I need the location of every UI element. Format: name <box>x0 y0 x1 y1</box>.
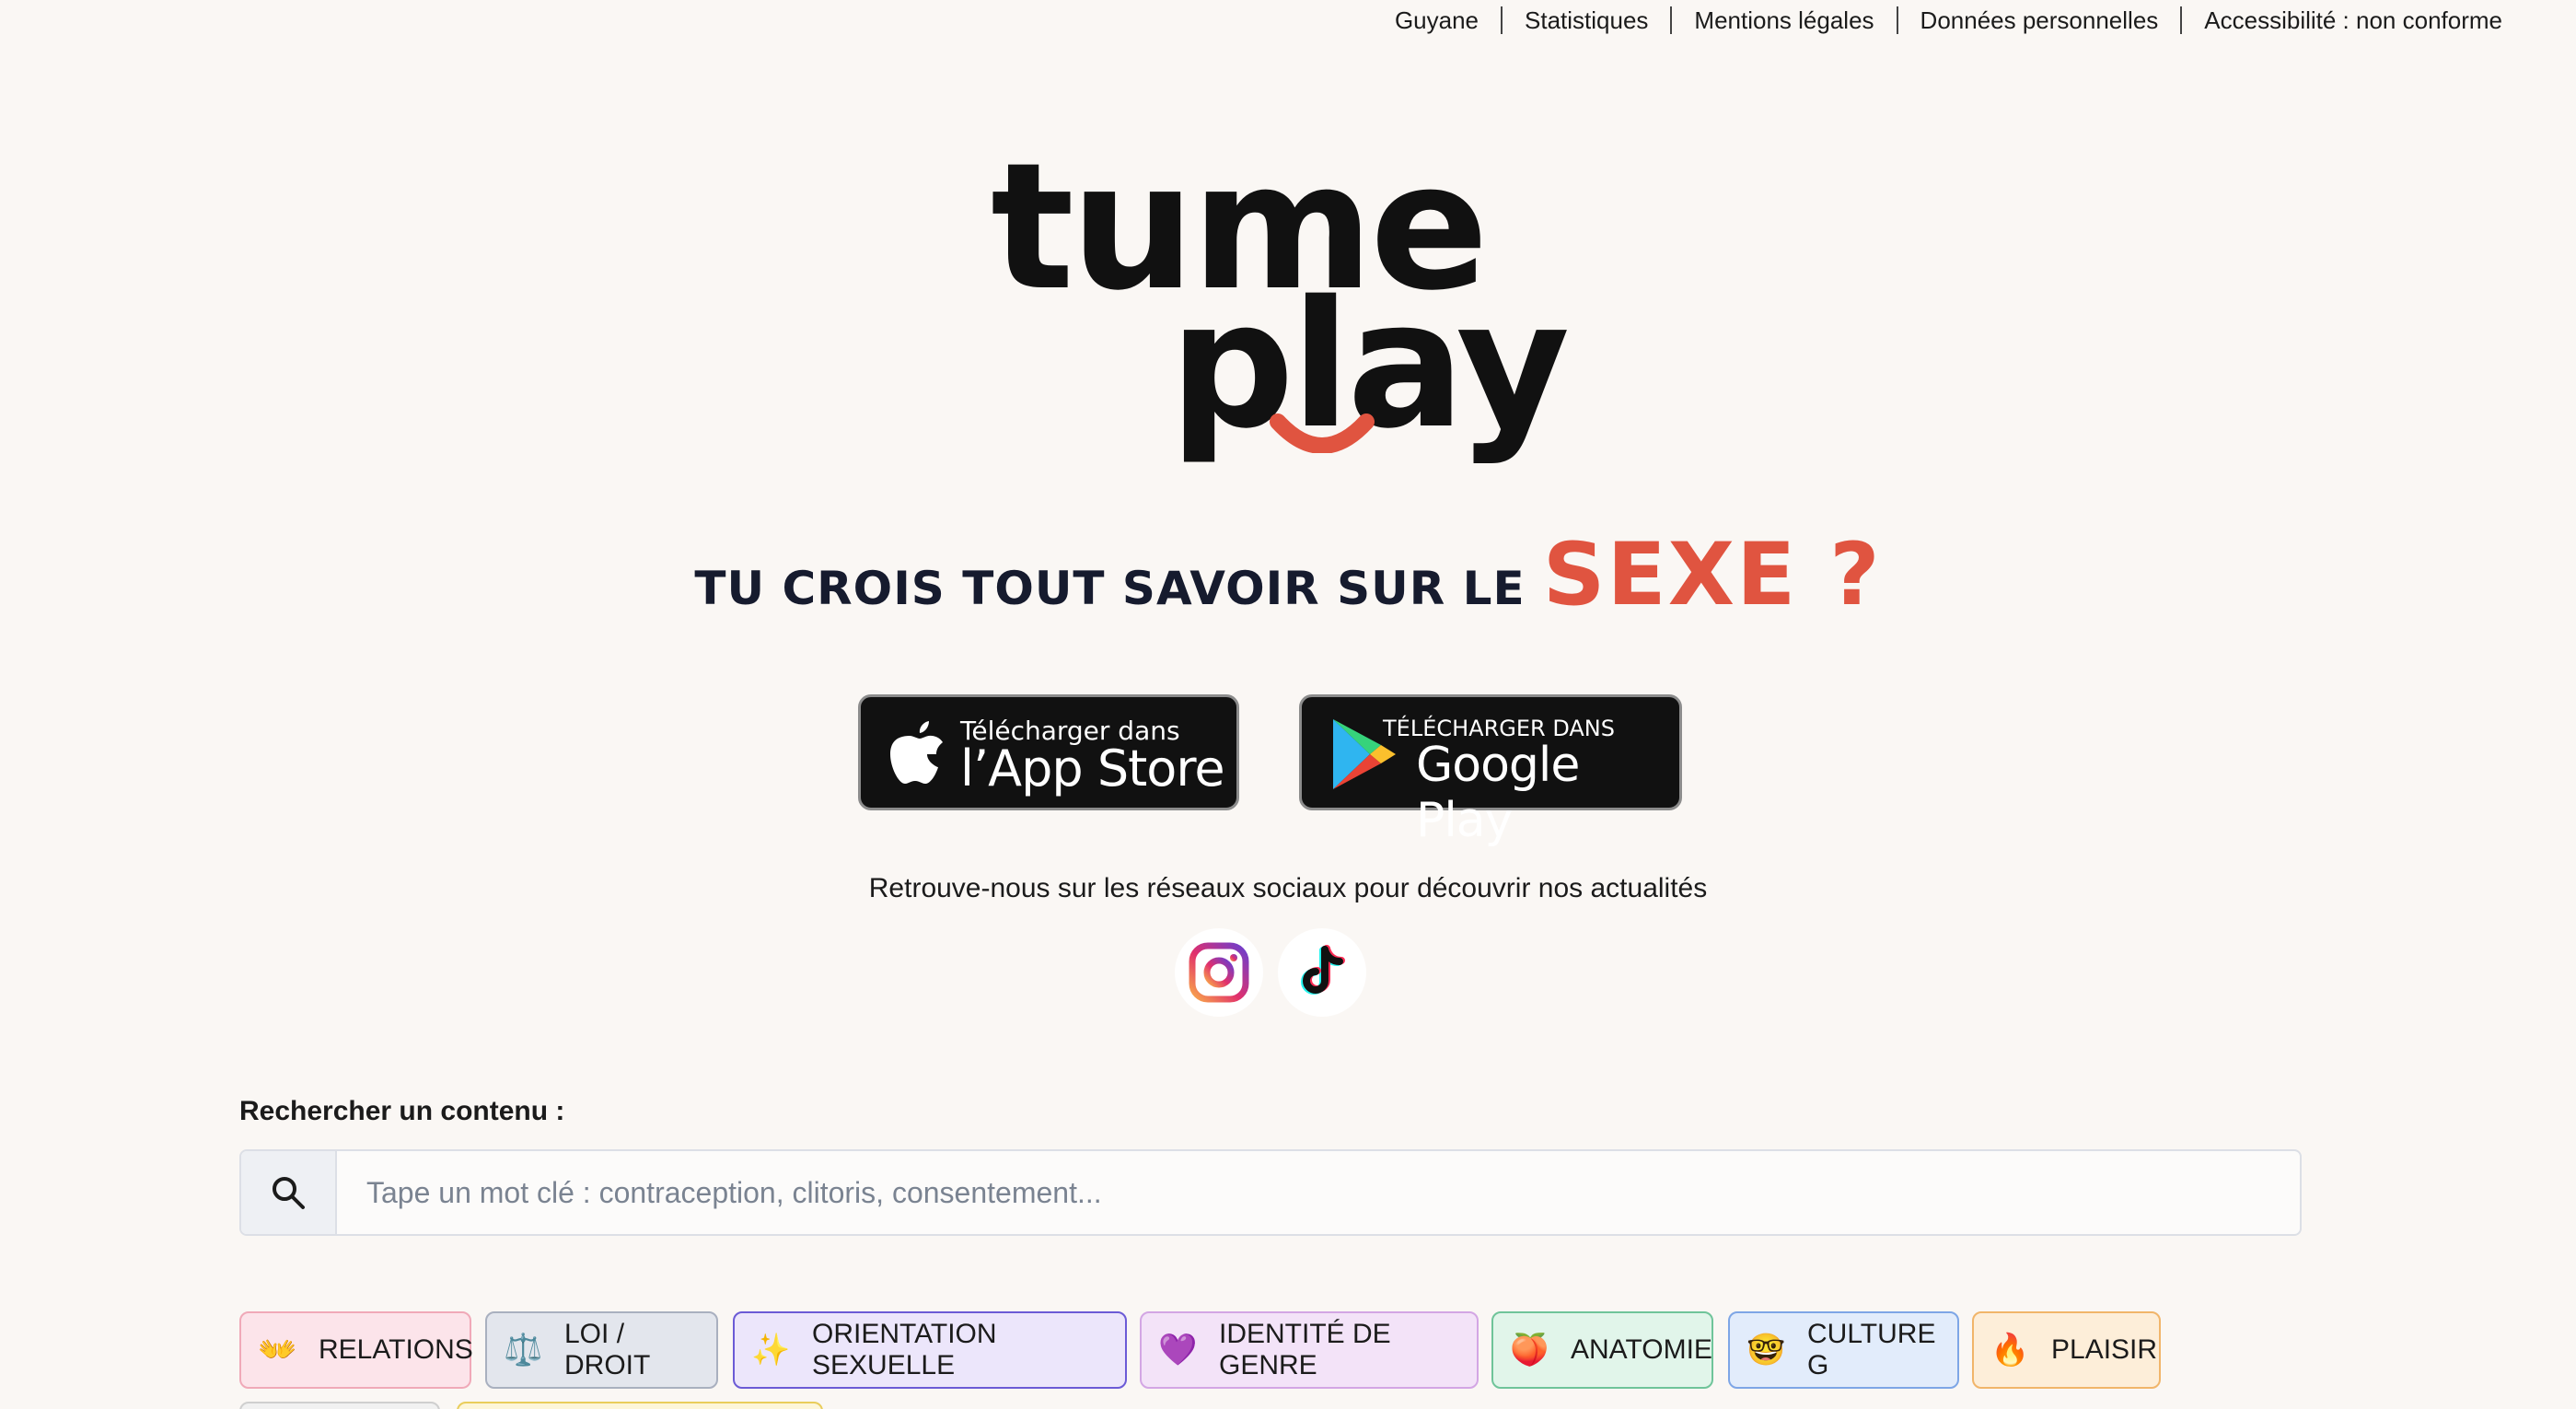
scales-icon: ⚖️ <box>504 1332 543 1368</box>
peach-icon: 🍑 <box>1510 1332 1549 1368</box>
category-culture-g[interactable]: 🤓 CULTURE G <box>1728 1311 1959 1389</box>
search-button[interactable] <box>241 1151 337 1234</box>
category-relations[interactable]: 👐 RELATIONS <box>239 1311 473 1389</box>
tiktok-link[interactable] <box>1278 928 1366 1017</box>
nav-link-mentions-legales[interactable]: Mentions légales <box>1670 6 1896 34</box>
top-nav: Guyane Statistiques Mentions légales Don… <box>1373 0 2524 41</box>
category-label: IDENTITÉ DE GENRE <box>1219 1319 1391 1380</box>
nav-link-donnees-personnelles[interactable]: Données personnelles <box>1896 6 2181 34</box>
open-hands-icon: 👐 <box>258 1332 297 1368</box>
tumeplay-logo[interactable]: tume play <box>985 140 1570 470</box>
instagram-icon <box>1189 942 1249 1003</box>
smile-icon <box>1270 413 1375 453</box>
search-label: Rechercher un contenu : <box>239 1096 565 1126</box>
page: Guyane Statistiques Mentions légales Don… <box>0 0 2576 1409</box>
tiktok-icon <box>1301 945 1345 995</box>
category-label: ORIENTATION SEXUELLE <box>812 1319 997 1380</box>
instagram-link[interactable] <box>1175 928 1263 1017</box>
category-orientation-sexuelle[interactable]: ✨ ORIENTATION SEXUELLE <box>733 1311 1127 1389</box>
category-label: PLAISIR <box>2051 1334 2158 1365</box>
fire-icon: 🔥 <box>1990 1332 2030 1368</box>
social-text: Retrouve-nous sur les réseaux sociaux po… <box>868 873 1708 903</box>
category-label: ANATOMIE <box>1571 1334 1712 1365</box>
category-loi-droit[interactable]: ⚖️ LOI / DROIT <box>485 1311 718 1389</box>
apple-logo-icon <box>890 721 943 784</box>
headline-accent: SEXE ? <box>1542 525 1882 625</box>
nav-link-guyane[interactable]: Guyane <box>1373 6 1501 34</box>
category-chip-partial[interactable] <box>239 1402 440 1409</box>
purple-heart-icon: 💜 <box>1158 1332 1198 1368</box>
category-anatomie[interactable]: 🍑 ANATOMIE <box>1491 1311 1713 1389</box>
category-label: LOI / DROIT <box>564 1319 651 1380</box>
nav-link-accessibilite[interactable]: Accessibilité : non conforme <box>2180 6 2524 34</box>
category-label: CULTURE G <box>1807 1319 1936 1380</box>
search-box <box>239 1149 2302 1236</box>
nav-link-statistiques[interactable]: Statistiques <box>1501 6 1670 34</box>
category-label: RELATIONS <box>319 1334 473 1365</box>
category-plaisir[interactable]: 🔥 PLAISIR <box>1972 1311 2161 1389</box>
category-identite-de-genre[interactable]: 💜 IDENTITÉ DE GENRE <box>1140 1311 1479 1389</box>
sparkles-icon: ✨ <box>751 1332 791 1368</box>
category-chip-partial[interactable] <box>457 1402 823 1409</box>
search-input[interactable] <box>337 1151 2300 1234</box>
search-icon <box>273 1177 305 1209</box>
headline-main: TU CROIS TOUT SAVOIR SUR LE <box>694 562 1526 615</box>
app-store-button[interactable]: Télécharger dans l’App Store <box>858 694 1239 810</box>
nerd-face-icon: 🤓 <box>1746 1332 1786 1368</box>
headline: TU CROIS TOUT SAVOIR SUR LE SEXE ? <box>0 525 2576 625</box>
app-store-big-text: l’App Store <box>960 739 1225 798</box>
google-play-big-text: Google Play <box>1416 738 1580 848</box>
google-play-button[interactable]: TÉLÉCHARGER DANS Google Play <box>1299 694 1682 848</box>
